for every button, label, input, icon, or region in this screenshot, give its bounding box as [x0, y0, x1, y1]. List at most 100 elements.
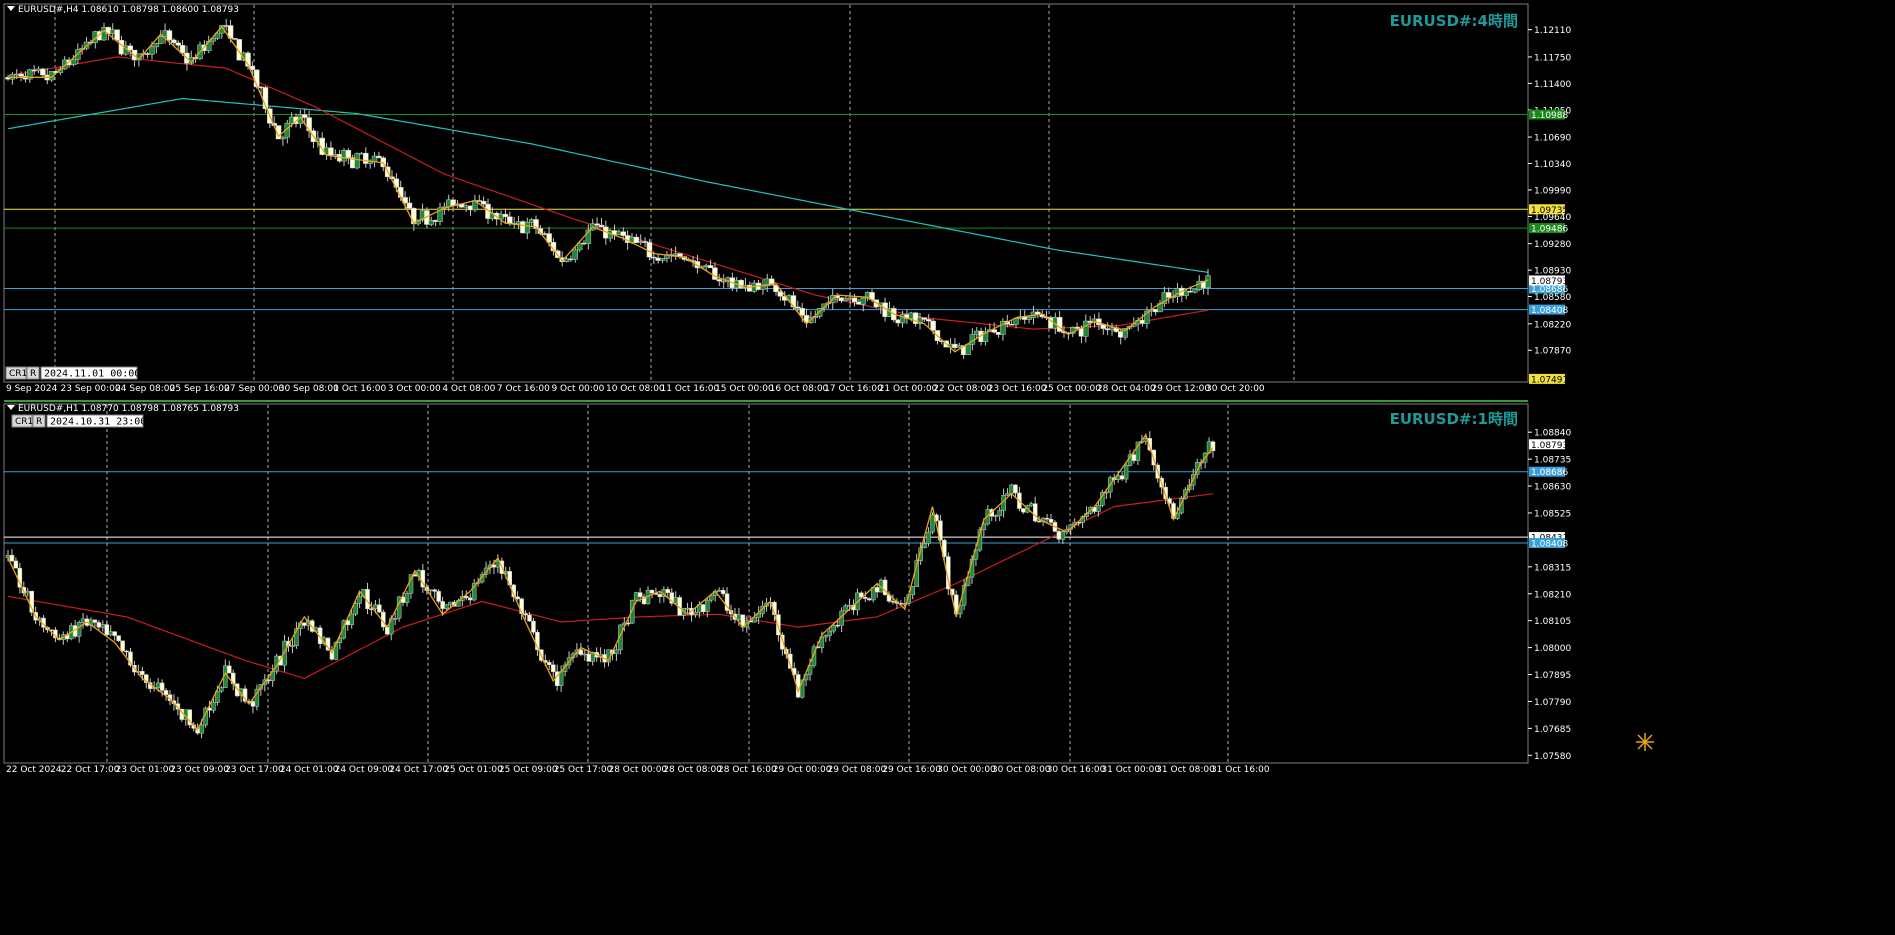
- candle-body: [306, 117, 312, 132]
- candle-body: [166, 30, 173, 41]
- candle-body: [1083, 320, 1089, 337]
- candle-body: [626, 622, 631, 625]
- x-tick-label: 23 Oct 01:00: [116, 765, 175, 775]
- y-tick-label: 1.08630: [1534, 483, 1571, 493]
- candle-body: [527, 614, 532, 622]
- candle-body: [598, 224, 605, 228]
- candle-body: [665, 589, 671, 593]
- x-tick-label: 25 Oct 09:00: [499, 765, 558, 775]
- candle-body: [280, 136, 286, 140]
- x-tick-label: 23 Oct 09:00: [170, 765, 229, 775]
- candle-body: [874, 587, 880, 593]
- candle-body: [550, 664, 556, 672]
- candle-body: [357, 596, 362, 604]
- candle-body: [507, 216, 513, 224]
- candle-body: [406, 202, 413, 209]
- y-tick-label: 1.07790: [1534, 698, 1571, 708]
- candle-body: [736, 614, 742, 620]
- candle-body: [108, 631, 113, 636]
- candle-body: [432, 589, 437, 592]
- x-tick-label: 29 Oct 00:00: [773, 765, 832, 775]
- y-tick-label: 1.07870: [1534, 347, 1571, 357]
- candle-body: [716, 590, 722, 592]
- zigzag-line: [8, 25, 1209, 353]
- candle-body: [467, 597, 473, 601]
- candle-body: [290, 645, 295, 647]
- crosshair-cursor-icon: [1636, 733, 1654, 751]
- candle-body: [100, 624, 106, 628]
- candle-body: [480, 200, 487, 205]
- candle-body: [436, 591, 441, 602]
- candle-body: [163, 690, 169, 695]
- candle-body: [464, 596, 469, 599]
- y-tick-label: 1.07685: [1534, 725, 1571, 735]
- candle-body: [153, 43, 160, 48]
- y-tick-label: 1.08315: [1534, 563, 1571, 573]
- zigzag-line: [7, 433, 1214, 731]
- candle-body: [649, 589, 655, 594]
- candle-body: [1026, 317, 1032, 320]
- x-tick-label: 25 Oct 17:00: [554, 765, 613, 775]
- candle-body: [524, 221, 531, 234]
- candle-body: [440, 601, 445, 609]
- candle-body: [13, 560, 19, 569]
- y-tick-label: 1.10340: [1534, 160, 1571, 170]
- candle-body: [930, 320, 936, 331]
- y-tick-label: 1.12110: [1534, 26, 1571, 36]
- x-tick-label: 22 Oct 17:00: [61, 765, 120, 775]
- candle-body: [685, 607, 690, 610]
- x-tick-label: 30 Oct 08:00: [992, 765, 1051, 775]
- cr1-button-label: CR1: [9, 369, 27, 379]
- candle-body: [993, 515, 998, 517]
- level-tag-label: 1.09735: [1531, 206, 1568, 216]
- candle-body: [155, 682, 161, 688]
- candle-body: [1032, 503, 1038, 522]
- candle-body: [120, 640, 125, 652]
- x-tick-label: 28 Oct 16:00: [718, 765, 777, 775]
- candle-body: [373, 604, 378, 610]
- chart-canvas: 1.121101.117501.114001.110501.106901.103…: [3, 3, 1654, 775]
- candle-body: [1060, 531, 1066, 540]
- x-tick-label: 29 Oct 16:00: [882, 765, 941, 775]
- x-tick-label: 31 Oct 00:00: [1101, 765, 1160, 775]
- y-tick-label: 1.09990: [1534, 186, 1571, 196]
- candle-body: [843, 605, 848, 612]
- x-tick-label: 9 Sep 2024: [6, 384, 58, 394]
- candle-body: [867, 598, 872, 601]
- candle-body: [199, 724, 204, 734]
- candle-body: [9, 554, 15, 562]
- level-tag-label: 1.08686: [1531, 468, 1568, 478]
- candle-body: [114, 29, 120, 41]
- candle-body: [926, 531, 931, 544]
- candle-body: [910, 586, 915, 595]
- x-tick-label: 1 Oct 16:00: [333, 384, 386, 394]
- candle-body: [18, 73, 24, 77]
- candle-body: [1096, 504, 1101, 512]
- candle-body: [404, 593, 410, 603]
- chart-header: EURUSD#,H4 1.08610 1.08798 1.08600 1.087…: [18, 5, 239, 15]
- candle-body: [646, 242, 653, 258]
- y-tick-label: 1.08210: [1534, 590, 1571, 600]
- candle-body: [124, 650, 129, 653]
- candle-body: [637, 592, 643, 597]
- x-tick-label: 28 Oct 08:00: [663, 765, 722, 775]
- candle-body: [1048, 518, 1054, 523]
- candle-body: [701, 604, 706, 612]
- x-tick-label: 24 Sep 08:00: [115, 384, 175, 394]
- candle-body: [377, 604, 382, 613]
- x-tick-label: 30 Oct 16:00: [1047, 765, 1106, 775]
- chart-header: EURUSD#,H1 1.08770 1.08798 1.08765 1.087…: [18, 404, 239, 414]
- candle-body: [25, 590, 31, 594]
- y-tick-label: 1.10690: [1534, 134, 1571, 144]
- y-tick-label: 1.11750: [1534, 53, 1571, 63]
- x-tick-label: 29 Oct 08:00: [828, 765, 887, 775]
- x-tick-label: 23 Oct 16:00: [988, 384, 1047, 394]
- candle-body: [799, 308, 805, 316]
- candle-body: [1013, 318, 1019, 325]
- candle-body: [847, 604, 852, 607]
- x-tick-label: 24 Oct 09:00: [335, 765, 394, 775]
- x-tick-label: 25 Oct 01:00: [444, 765, 503, 775]
- candle-body: [997, 510, 1002, 516]
- x-tick-label: 3 Oct 00:00: [388, 384, 441, 394]
- x-tick-label: 25 Oct 00:00: [1042, 384, 1101, 394]
